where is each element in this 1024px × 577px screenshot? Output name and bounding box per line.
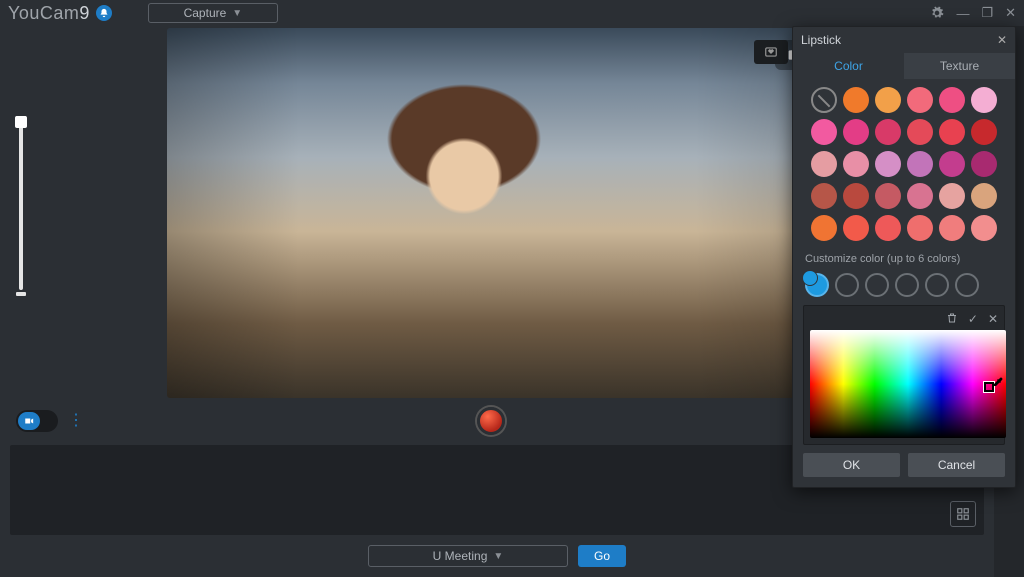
color-swatch-18[interactable]: [811, 183, 837, 209]
camera-preview: [167, 28, 827, 398]
color-swatch-19[interactable]: [843, 183, 869, 209]
color-swatch-27[interactable]: [907, 215, 933, 241]
cancel-color-icon[interactable]: ✕: [988, 312, 998, 326]
chevron-down-icon: ▼: [232, 8, 242, 19]
video-icon: [18, 412, 40, 430]
color-swatch-1[interactable]: [843, 87, 869, 113]
color-swatch-14[interactable]: [875, 151, 901, 177]
custom-color-slots: [793, 269, 1015, 305]
color-swatch-24[interactable]: [811, 215, 837, 241]
color-swatch-21[interactable]: [907, 183, 933, 209]
panel-title: Lipstick: [801, 33, 841, 47]
color-swatch-10[interactable]: [939, 119, 965, 145]
color-swatch-4[interactable]: [939, 87, 965, 113]
close-window-icon[interactable]: ✕: [1005, 5, 1016, 21]
meeting-label: U Meeting: [433, 549, 488, 563]
favorites-panel-tab[interactable]: [754, 40, 788, 64]
custom-slot-2[interactable]: [835, 273, 859, 297]
tab-color[interactable]: Color: [793, 53, 904, 79]
bottom-bar: U Meeting ▼ Go: [0, 535, 994, 577]
customize-label: Customize color (up to 6 colors): [793, 249, 1015, 269]
app-brand: YouCam9: [8, 3, 90, 24]
color-swatch-5[interactable]: [971, 87, 997, 113]
color-swatch-0[interactable]: [811, 87, 837, 113]
color-swatch-9[interactable]: [907, 119, 933, 145]
maximize-icon[interactable]: ❐: [981, 5, 993, 21]
zoom-thumb[interactable]: [15, 116, 27, 128]
mode-label: Capture: [184, 6, 227, 20]
lipstick-panel: Lipstick ✕ Color Texture Customize color…: [792, 26, 1016, 488]
color-swatch-2[interactable]: [875, 87, 901, 113]
color-swatch-22[interactable]: [939, 183, 965, 209]
color-swatch-28[interactable]: [939, 215, 965, 241]
color-swatch-20[interactable]: [875, 183, 901, 209]
color-swatch-grid: [793, 79, 1015, 249]
eyedropper-icon[interactable]: [992, 376, 1004, 388]
color-swatch-29[interactable]: [971, 215, 997, 241]
gallery-grid-button[interactable]: [950, 501, 976, 527]
color-swatch-25[interactable]: [843, 215, 869, 241]
color-swatch-7[interactable]: [843, 119, 869, 145]
mode-selector[interactable]: Capture ▼: [148, 3, 278, 23]
color-swatch-12[interactable]: [811, 151, 837, 177]
more-options-button[interactable]: ⋮: [68, 413, 84, 429]
zoom-slider[interactable]: [18, 116, 24, 296]
custom-slot-3[interactable]: [865, 273, 889, 297]
meeting-selector[interactable]: U Meeting ▼: [368, 545, 568, 567]
go-button[interactable]: Go: [578, 545, 626, 567]
color-swatch-3[interactable]: [907, 87, 933, 113]
color-swatch-26[interactable]: [875, 215, 901, 241]
color-swatch-8[interactable]: [875, 119, 901, 145]
minimize-icon[interactable]: —: [956, 6, 969, 21]
delete-color-icon[interactable]: [946, 312, 958, 326]
color-swatch-23[interactable]: [971, 183, 997, 209]
color-swatch-13[interactable]: [843, 151, 869, 177]
custom-slot-1[interactable]: [805, 273, 829, 297]
video-mode-toggle[interactable]: [16, 410, 58, 432]
color-picker[interactable]: [810, 330, 1006, 438]
close-icon[interactable]: ✕: [997, 33, 1007, 47]
record-button[interactable]: [477, 407, 505, 435]
tab-texture[interactable]: Texture: [904, 53, 1015, 79]
color-swatch-16[interactable]: [939, 151, 965, 177]
app-version: 9: [79, 3, 90, 23]
custom-slot-4[interactable]: [895, 273, 919, 297]
custom-slot-6[interactable]: [955, 273, 979, 297]
chevron-down-icon: ▼: [493, 551, 503, 562]
app-name: YouCam: [8, 3, 79, 23]
settings-icon[interactable]: [930, 6, 944, 20]
confirm-color-icon[interactable]: ✓: [968, 312, 978, 326]
color-swatch-17[interactable]: [971, 151, 997, 177]
ok-button[interactable]: OK: [803, 453, 900, 477]
color-swatch-15[interactable]: [907, 151, 933, 177]
cancel-button[interactable]: Cancel: [908, 453, 1005, 477]
notifications-icon[interactable]: [96, 5, 112, 21]
color-swatch-6[interactable]: [811, 119, 837, 145]
color-picker-box: ✓ ✕: [803, 305, 1005, 445]
title-bar: YouCam9 Capture ▼ — ❐ ✕: [0, 0, 1024, 26]
custom-slot-5[interactable]: [925, 273, 949, 297]
color-swatch-11[interactable]: [971, 119, 997, 145]
